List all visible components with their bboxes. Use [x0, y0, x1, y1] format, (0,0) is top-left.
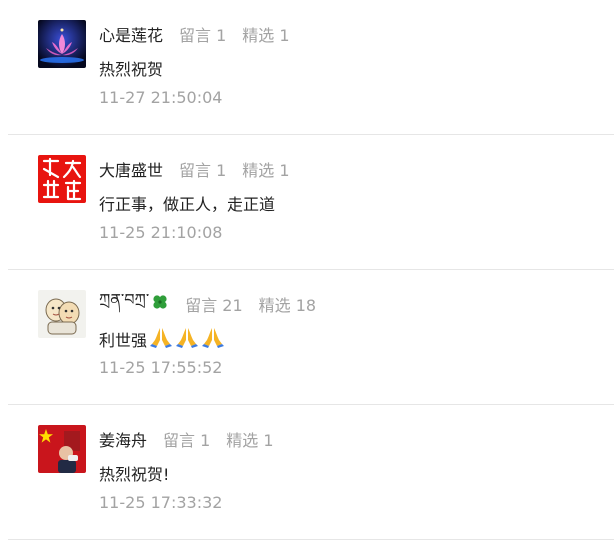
reply-count[interactable]: 留言 1	[179, 22, 226, 46]
comment-text: 利世强	[99, 331, 148, 350]
calligraphy-avatar-image	[38, 155, 86, 203]
nickname[interactable]: ཀྲན་བཀྲ་	[99, 282, 149, 327]
comment-item: 姜海舟 留言 1 精选 1 热烈祝贺! 11-25 17:33:32	[0, 405, 614, 540]
reply-count[interactable]: 留言 21	[185, 292, 242, 316]
timestamp: 11-25 17:55:52	[99, 358, 223, 377]
folded-hands-icon	[149, 326, 173, 352]
comment-body: 利世强	[99, 326, 225, 352]
lotus-avatar-image	[38, 20, 86, 68]
featured-count[interactable]: 精选 1	[226, 427, 273, 451]
featured-count[interactable]: 精选 1	[242, 157, 289, 181]
timestamp: 11-27 21:50:04	[99, 88, 223, 107]
comment-item: 心是莲花 留言 1 精选 1 热烈祝贺 11-27 21:50:04	[0, 0, 614, 135]
comment-item: ཀྲན་བཀྲ་ 留言 21 精选 18 利世强 11-25 17:55:52	[0, 270, 614, 405]
comment-item: 大唐盛世 留言 1 精选 1 行正事，做正人，走正道 11-25 21:10:0…	[0, 135, 614, 270]
reply-count[interactable]: 留言 1	[163, 427, 210, 451]
cartoon-avatar-image	[38, 290, 86, 338]
avatar[interactable]	[38, 425, 86, 473]
timestamp: 11-25 21:10:08	[99, 223, 223, 242]
four-leaf-clover-icon	[151, 293, 169, 315]
flag-avatar-image	[38, 425, 86, 473]
featured-count[interactable]: 精选 1	[242, 22, 289, 46]
comment-text: 热烈祝贺!	[99, 465, 170, 484]
avatar[interactable]	[38, 20, 86, 68]
avatar[interactable]	[38, 290, 86, 338]
nickname[interactable]: 心是莲花	[99, 22, 163, 46]
folded-hands-icon	[175, 326, 199, 352]
nickname[interactable]: 大唐盛世	[99, 157, 163, 181]
comment-text: 热烈祝贺	[99, 60, 164, 79]
nickname[interactable]: 姜海舟	[99, 427, 147, 451]
timestamp: 11-25 17:33:32	[99, 493, 223, 512]
folded-hands-icon	[201, 326, 225, 352]
divider	[8, 539, 614, 540]
avatar[interactable]	[38, 155, 86, 203]
reply-count[interactable]: 留言 1	[179, 157, 226, 181]
featured-count[interactable]: 精选 18	[259, 292, 316, 316]
comment-text: 行正事，做正人，走正道	[99, 195, 276, 214]
